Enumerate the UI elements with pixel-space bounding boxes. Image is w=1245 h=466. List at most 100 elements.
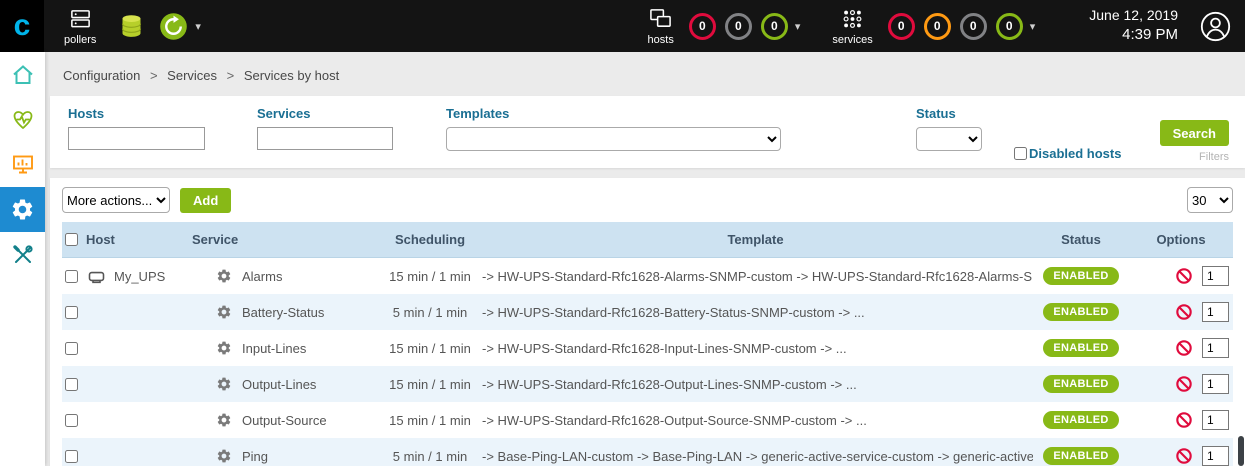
status-badge: ENABLED <box>1043 375 1118 393</box>
service-name[interactable]: Output-Source <box>242 413 327 428</box>
counter-badge[interactable]: 0 <box>725 13 752 40</box>
centreon-logo[interactable]: c <box>0 0 44 52</box>
current-time: 4:39 PM <box>1089 25 1178 45</box>
options-count-input[interactable] <box>1202 338 1229 358</box>
status-badge: ENABLED <box>1043 303 1118 321</box>
datetime-display: June 12, 2019 4:39 PM <box>1089 6 1178 45</box>
user-menu[interactable] <box>1200 11 1231 42</box>
hosts-filter-input[interactable] <box>68 127 205 150</box>
col-header-options: Options <box>1129 232 1233 247</box>
row-checkbox[interactable] <box>65 450 78 463</box>
search-button[interactable]: Search <box>1160 120 1229 146</box>
pollers-label: pollers <box>64 34 96 46</box>
services-table: Host Service Scheduling Template Status … <box>62 222 1233 466</box>
database-status-icon[interactable] <box>118 13 145 40</box>
services-filter-label: Services <box>257 106 393 121</box>
hosts-filter-label: Hosts <box>68 106 205 121</box>
service-gear-icon <box>216 376 232 392</box>
template-chain: -> HW-UPS-Standard-Rfc1628-Alarms-SNMP-c… <box>478 269 1033 284</box>
disable-icon[interactable] <box>1175 447 1193 465</box>
top-navigation-bar: c pollers <box>0 0 1245 52</box>
col-header-status[interactable]: Status <box>1033 232 1129 247</box>
sidebar-item-home[interactable] <box>0 52 45 97</box>
sidebar-item-configuration[interactable] <box>0 187 45 232</box>
col-header-host[interactable]: Host <box>86 232 192 247</box>
chevron-down-icon[interactable]: ▾ <box>195 20 201 33</box>
disable-icon[interactable] <box>1175 267 1193 285</box>
options-count-input[interactable] <box>1202 446 1229 466</box>
hosts-filter-field: Hosts <box>68 106 205 168</box>
counter-badge[interactable]: 0 <box>924 13 951 40</box>
status-badge: ENABLED <box>1043 339 1118 357</box>
col-header-scheduling[interactable]: Scheduling <box>382 232 478 247</box>
service-name[interactable]: Input-Lines <box>242 341 306 356</box>
services-label: services <box>832 34 872 46</box>
table-row: Ping 5 min / 1 min -> Base-Ping-LAN-cust… <box>62 438 1233 466</box>
counter-badge[interactable]: 0 <box>888 13 915 40</box>
row-checkbox[interactable] <box>65 414 78 427</box>
status-badge: ENABLED <box>1043 447 1118 465</box>
poller-ok-status-icon[interactable] <box>159 12 188 41</box>
disabled-hosts-checkbox[interactable] <box>1014 147 1027 160</box>
options-count-input[interactable] <box>1202 374 1229 394</box>
counter-badge[interactable]: 0 <box>960 13 987 40</box>
sidebar-item-reporting[interactable] <box>0 142 45 187</box>
table-row: Output-Source 15 min / 1 min -> HW-UPS-S… <box>62 402 1233 438</box>
service-name[interactable]: Output-Lines <box>242 377 316 392</box>
breadcrumb-services[interactable]: Services <box>167 68 217 83</box>
sidebar-item-administration[interactable] <box>0 232 45 277</box>
add-button[interactable]: Add <box>180 188 231 213</box>
select-all-checkbox[interactable] <box>65 233 78 246</box>
templates-filter-label: Templates <box>446 106 781 121</box>
page-size-select[interactable]: 30 <box>1187 187 1233 213</box>
hosts-status-menu[interactable]: hosts <box>648 7 674 46</box>
template-chain: -> HW-UPS-Standard-Rfc1628-Battery-Statu… <box>478 305 1033 320</box>
filters-caption: Filters <box>1199 151 1229 163</box>
disable-icon[interactable] <box>1175 375 1193 393</box>
counter-badge[interactable]: 0 <box>996 13 1023 40</box>
more-actions-select[interactable]: More actions... <box>62 187 170 213</box>
scheduling-value: 15 min / 1 min <box>382 341 478 356</box>
current-date: June 12, 2019 <box>1089 6 1178 25</box>
services-status-counters: 0000 <box>879 13 1023 40</box>
services-filter-input[interactable] <box>257 127 393 150</box>
col-header-service[interactable]: Service <box>192 232 382 247</box>
options-count-input[interactable] <box>1202 410 1229 430</box>
row-checkbox[interactable] <box>65 378 78 391</box>
counter-badge[interactable]: 0 <box>689 13 716 40</box>
template-chain: -> HW-UPS-Standard-Rfc1628-Input-Lines-S… <box>478 341 1033 356</box>
disabled-hosts-toggle[interactable]: Disabled hosts <box>1014 146 1121 161</box>
options-count-input[interactable] <box>1202 266 1229 286</box>
table-row: Output-Lines 15 min / 1 min -> HW-UPS-St… <box>62 366 1233 402</box>
vertical-scrollbar-thumb[interactable] <box>1238 436 1244 466</box>
service-name[interactable]: Alarms <box>242 269 282 284</box>
disable-icon[interactable] <box>1175 303 1193 321</box>
service-name[interactable]: Ping <box>242 449 268 464</box>
chevron-down-icon[interactable]: ▾ <box>795 20 801 33</box>
application-window: c pollers <box>0 0 1245 466</box>
status-filter-select[interactable] <box>916 127 982 151</box>
chevron-down-icon[interactable]: ▾ <box>1030 20 1036 33</box>
table-toolbar: More actions... Add 30 <box>62 178 1233 222</box>
col-header-template[interactable]: Template <box>478 232 1033 247</box>
host-name[interactable]: My_UPS <box>114 269 165 284</box>
counter-badge[interactable]: 0 <box>761 13 788 40</box>
template-chain: -> HW-UPS-Standard-Rfc1628-Output-Lines-… <box>478 377 1033 392</box>
row-checkbox[interactable] <box>65 342 78 355</box>
row-checkbox[interactable] <box>65 306 78 319</box>
service-gear-icon <box>216 340 232 356</box>
breadcrumb-configuration[interactable]: Configuration <box>63 68 140 83</box>
sidebar-item-monitoring[interactable] <box>0 97 45 142</box>
poller-icon <box>69 7 92 31</box>
filter-panel: Hosts Services Templates Status Disabled… <box>50 96 1245 168</box>
pollers-menu[interactable]: pollers <box>64 7 96 46</box>
options-count-input[interactable] <box>1202 302 1229 322</box>
row-checkbox[interactable] <box>65 270 78 283</box>
disable-icon[interactable] <box>1175 339 1193 357</box>
templates-filter-select[interactable] <box>446 127 781 151</box>
disable-icon[interactable] <box>1175 411 1193 429</box>
services-status-menu[interactable]: services <box>832 7 872 46</box>
service-name[interactable]: Battery-Status <box>242 305 324 320</box>
status-badge: ENABLED <box>1043 411 1118 429</box>
tools-icon <box>11 243 35 267</box>
